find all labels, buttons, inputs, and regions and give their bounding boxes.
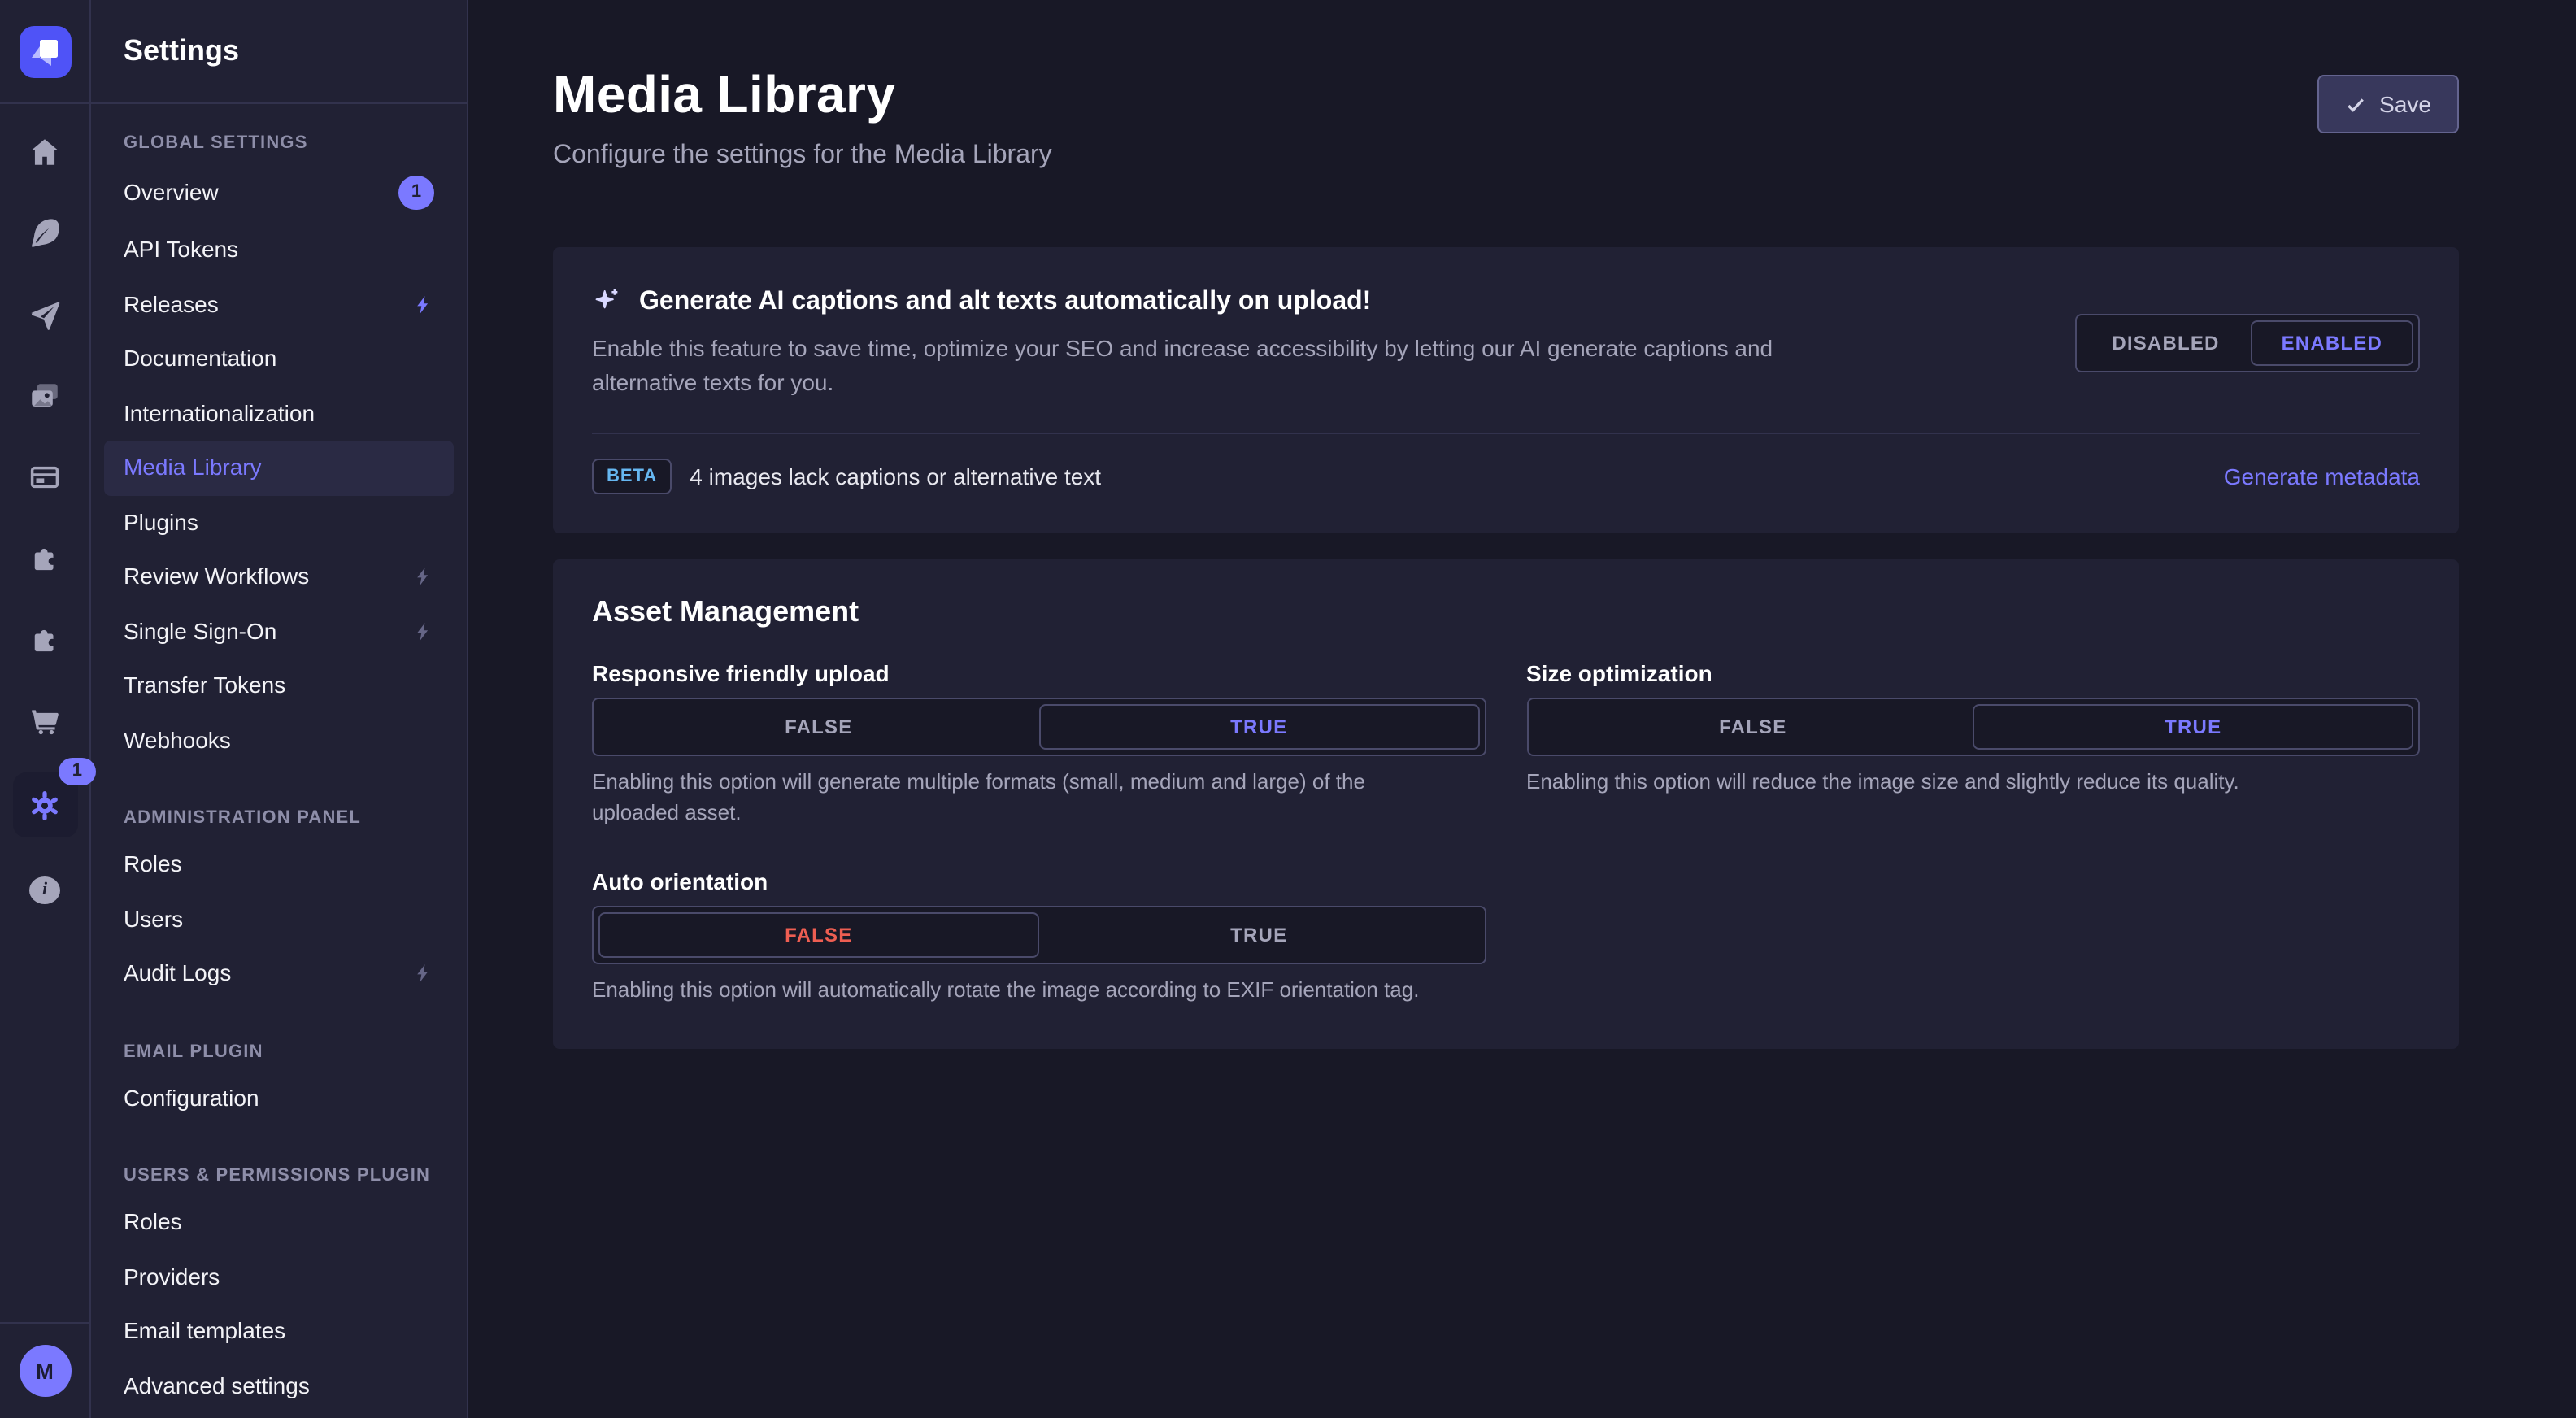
field-label: Size optimization: [1526, 660, 2420, 686]
field-responsive-friendly-upload: Responsive friendly upload FALSE TRUE En…: [592, 660, 1486, 829]
sidebar-item-advanced-settings[interactable]: Advanced settings: [104, 1359, 454, 1413]
save-button[interactable]: Save: [2317, 75, 2459, 133]
nav-rail: 1 i M: [0, 0, 91, 1418]
puzzle-plugins-icon[interactable]: [15, 528, 74, 587]
field-label: Responsive friendly upload: [592, 660, 1486, 686]
toggle-option-false[interactable]: FALSE: [598, 704, 1039, 750]
section-global-settings: GLOBAL SETTINGS Overview 1 API Tokens Re…: [104, 133, 454, 768]
sidebar-item-plugins[interactable]: Plugins: [104, 495, 454, 550]
section-users-permissions-plugin: USERS & PERMISSIONS PLUGIN Roles Provide…: [104, 1166, 454, 1413]
sidebar-item-audit-logs[interactable]: Audit Logs: [104, 946, 454, 1001]
banner-title: Generate AI captions and alt texts autom…: [639, 287, 1371, 316]
check-icon: [2345, 94, 2366, 115]
banner-title-row: Generate AI captions and alt texts autom…: [592, 286, 1804, 317]
page-header-text: Media Library Configure the settings for…: [553, 65, 1052, 171]
sidebar-item-up-roles[interactable]: Roles: [104, 1195, 454, 1250]
banner-description: Enable this feature to save time, optimi…: [592, 332, 1804, 400]
field-auto-orientation: Auto orientation FALSE TRUE Enabling thi…: [592, 868, 1486, 1006]
section-header: EMAIL PLUGIN: [104, 1042, 454, 1061]
toggle-option-false[interactable]: FALSE: [1533, 704, 1973, 750]
sidebar-item-documentation[interactable]: Documentation: [104, 332, 454, 386]
sidebar-item-media-library[interactable]: Media Library: [104, 441, 454, 495]
sidebar-item-admin-users[interactable]: Users: [104, 892, 454, 946]
fields-grid: Responsive friendly upload FALSE TRUE En…: [592, 660, 2420, 1006]
banner-status-text: 4 images lack captions or alternative te…: [690, 463, 1101, 489]
sidebar-item-single-sign-on[interactable]: Single Sign-On: [104, 604, 454, 659]
sidebar-item-transfer-tokens[interactable]: Transfer Tokens: [104, 659, 454, 713]
lightning-icon: [413, 963, 434, 985]
toggle-option-true[interactable]: TRUE: [1039, 704, 1480, 750]
sidebar-item-internationalization[interactable]: Internationalization: [104, 386, 454, 441]
info-icon[interactable]: i: [15, 860, 74, 919]
size-optimization-toggle: FALSE TRUE: [1526, 698, 2420, 756]
settings-notification-badge: 1: [59, 758, 95, 785]
settings-gear-icon[interactable]: 1: [12, 772, 77, 837]
toggle-option-false[interactable]: FALSE: [598, 911, 1039, 957]
settings-sidebar: Settings GLOBAL SETTINGS Overview 1 API …: [91, 0, 468, 1418]
asset-management-card: Asset Management Responsive friendly upl…: [553, 559, 2459, 1048]
sidebar-item-api-tokens[interactable]: API Tokens: [104, 223, 454, 277]
divider: [592, 433, 2420, 434]
lightning-icon: [413, 621, 434, 642]
strapi-logo[interactable]: [19, 25, 71, 77]
sidebar-header: Settings: [91, 0, 467, 104]
banner-bottom: BETA 4 images lack captions or alternati…: [592, 459, 2420, 494]
toggle-option-enabled[interactable]: ENABLED: [2251, 320, 2413, 366]
sidebar-item-email-configuration[interactable]: Configuration: [104, 1071, 454, 1125]
sidebar-item-email-templates[interactable]: Email templates: [104, 1304, 454, 1359]
home-icon[interactable]: [15, 122, 74, 181]
section-email-plugin: EMAIL PLUGIN Configuration: [104, 1042, 454, 1125]
generate-metadata-link[interactable]: Generate metadata: [2224, 463, 2420, 489]
field-label: Auto orientation: [592, 868, 1486, 894]
main-content: Media Library Configure the settings for…: [468, 0, 2576, 1418]
field-hint: Enabling this option will automatically …: [592, 975, 1486, 1006]
strapi-settings-app: 1 i M Settings GLOBAL SETTINGS Overview …: [0, 0, 2576, 1418]
page-subtitle: Configure the settings for the Media Lib…: [553, 141, 1052, 171]
avatar[interactable]: M: [19, 1345, 71, 1397]
media-library-icon[interactable]: [15, 366, 74, 424]
ai-caption-banner: Generate AI captions and alt texts autom…: [553, 247, 2459, 533]
lightning-icon: [413, 567, 434, 588]
banner-top: Generate AI captions and alt texts autom…: [592, 286, 2420, 400]
section-header: GLOBAL SETTINGS: [104, 133, 454, 153]
field-hint: Enabling this option will reduce the ima…: [1526, 768, 2420, 798]
section-header: USERS & PERMISSIONS PLUGIN: [104, 1166, 454, 1185]
sidebar-item-providers[interactable]: Providers: [104, 1250, 454, 1304]
ai-enabled-toggle: DISABLED ENABLED: [2074, 314, 2420, 372]
layout-builder-icon[interactable]: [15, 447, 74, 506]
shopping-cart-icon[interactable]: [15, 691, 74, 750]
section-header: ADMINISTRATION PANEL: [104, 808, 454, 828]
section-administration-panel: ADMINISTRATION PANEL Roles Users Audit L…: [104, 808, 454, 1001]
asset-management-title: Asset Management: [592, 595, 2420, 629]
toggle-option-true[interactable]: TRUE: [1973, 704, 2414, 750]
logo-area: [0, 0, 89, 104]
overview-badge: 1: [398, 176, 434, 210]
feather-content-icon[interactable]: [15, 203, 74, 262]
sidebar-title: Settings: [124, 34, 239, 68]
field-hint: Enabling this option will generate multi…: [592, 768, 1438, 829]
sidebar-item-webhooks[interactable]: Webhooks: [104, 713, 454, 768]
paper-plane-icon[interactable]: [15, 285, 74, 343]
sidebar-nav: GLOBAL SETTINGS Overview 1 API Tokens Re…: [91, 104, 467, 1418]
toggle-option-true[interactable]: TRUE: [1039, 911, 1480, 957]
sidebar-item-admin-roles[interactable]: Roles: [104, 837, 454, 892]
grid-spacer: [1526, 868, 2420, 1006]
page-header: Media Library Configure the settings for…: [468, 0, 2576, 171]
banner-text: Generate AI captions and alt texts autom…: [592, 286, 1804, 400]
puzzle-marketplace-icon[interactable]: [15, 610, 74, 668]
sidebar-item-overview[interactable]: Overview 1: [104, 163, 454, 223]
beta-badge: BETA: [592, 459, 672, 494]
field-size-optimization: Size optimization FALSE TRUE Enabling th…: [1526, 660, 2420, 829]
toggle-option-disabled[interactable]: DISABLED: [2081, 320, 2250, 366]
lightning-icon: [413, 294, 434, 315]
rail-user-area: M: [0, 1322, 89, 1418]
page-title: Media Library: [553, 65, 1052, 125]
auto-orientation-toggle: FALSE TRUE: [592, 905, 1486, 963]
sparkle-icon: [592, 286, 623, 317]
banner-status-group: BETA 4 images lack captions or alternati…: [592, 459, 1101, 494]
rail-icon-list: 1 i: [0, 104, 89, 1322]
sidebar-item-releases[interactable]: Releases: [104, 277, 454, 332]
sidebar-item-review-workflows[interactable]: Review Workflows: [104, 550, 454, 604]
responsive-upload-toggle: FALSE TRUE: [592, 698, 1486, 756]
